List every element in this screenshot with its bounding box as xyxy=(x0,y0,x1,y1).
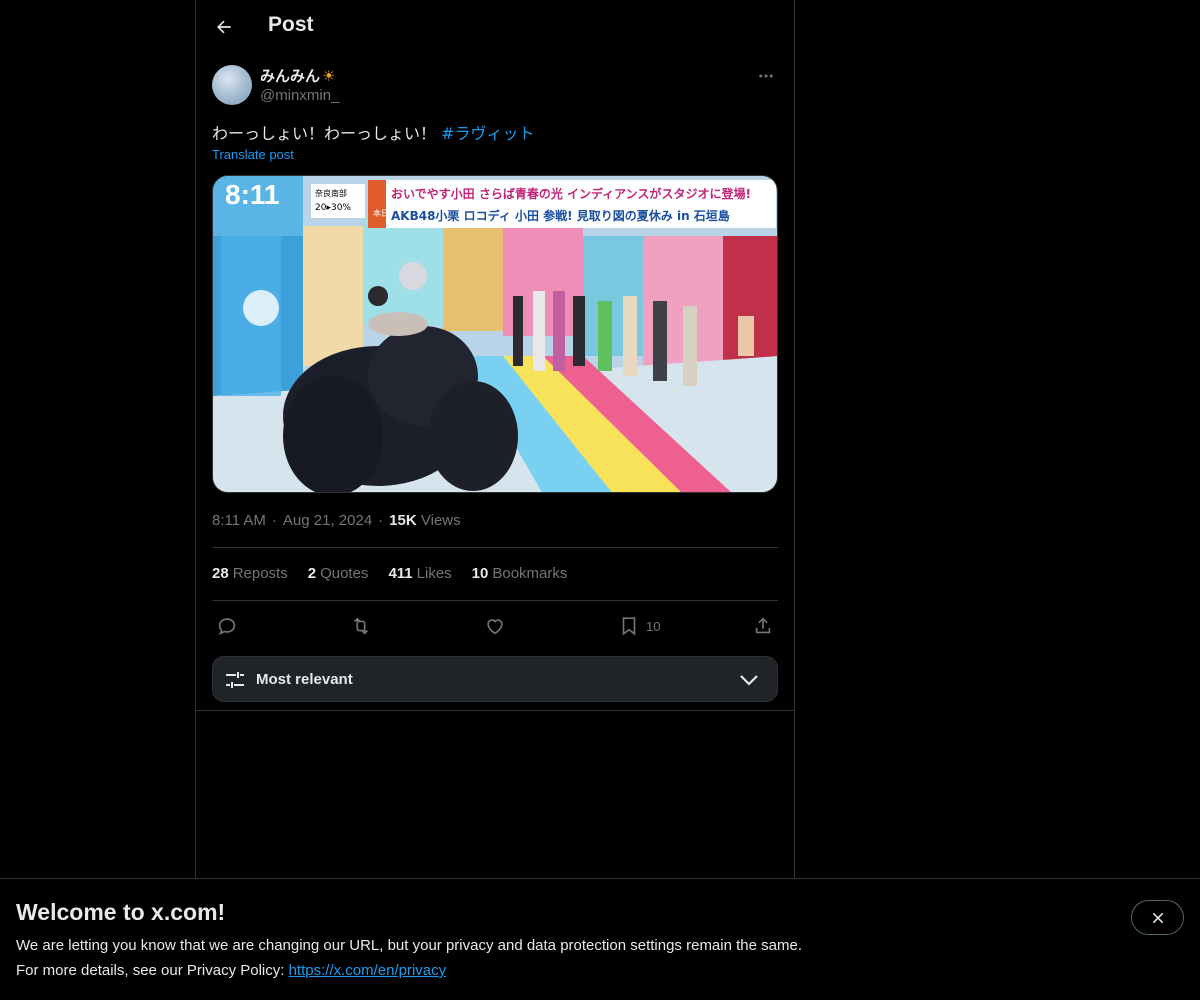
quotes-stat[interactable]: 2 Quotes xyxy=(308,565,369,582)
reply-icon xyxy=(218,618,236,635)
divider xyxy=(212,600,778,601)
banner-title: Welcome to x.com! xyxy=(16,899,226,925)
share-icon xyxy=(755,617,771,634)
post-image[interactable]: 8:11 奈良南部 20▸30% 本日は おいでやす小田 さらば青春の光 インデ… xyxy=(212,175,778,493)
post-text: わーっしょい！わーっしょい！ #ラヴィット xyxy=(212,124,535,143)
sort-label: Most relevant xyxy=(256,671,353,688)
page-header: Post xyxy=(196,0,794,54)
welcome-banner: Welcome to x.com! We are letting you kno… xyxy=(0,878,1200,1000)
like-button[interactable] xyxy=(484,612,506,640)
reposts-stat[interactable]: 28 Reposts xyxy=(212,565,288,582)
engagement-stats: 28 Reposts 2 Quotes 411 Likes 10 Bookmarks xyxy=(212,565,587,582)
sliders-icon xyxy=(226,672,244,688)
divider xyxy=(196,710,794,711)
sun-emoji-icon: ☀ xyxy=(322,68,336,85)
divider xyxy=(212,547,778,548)
chevron-down-icon xyxy=(740,675,758,686)
repost-icon xyxy=(353,617,369,635)
bookmark-count: 10 xyxy=(646,618,661,634)
post-time[interactable]: 8:11 AM xyxy=(212,512,266,529)
translate-post-link[interactable]: Translate post xyxy=(212,147,294,162)
tv-headline-1: おいでやす小田 さらば青春の光 インディアンスがスタジオに登場! xyxy=(391,186,751,201)
tv-clock-text: 8:11 xyxy=(225,179,280,210)
close-banner-button[interactable] xyxy=(1131,900,1184,935)
action-bar: 10 xyxy=(212,612,778,640)
tv-forecast-region: 奈良南部 xyxy=(315,188,347,198)
views-count: 15K xyxy=(389,512,417,529)
likes-stat[interactable]: 411 Likes xyxy=(388,565,451,582)
views-label: Views xyxy=(420,512,461,529)
author-handle[interactable]: @minxmin_ xyxy=(260,87,339,104)
bookmark-button[interactable]: 10 xyxy=(618,612,660,640)
tv-forecast-value: 20▸30% xyxy=(315,203,351,213)
post-date[interactable]: Aug 21, 2024 xyxy=(283,512,372,529)
author-display-name[interactable]: みんみん ☀ xyxy=(260,65,335,86)
post-author: みんみん ☀ @minxmin_ xyxy=(212,64,778,108)
bookmarks-stat[interactable]: 10 Bookmarks xyxy=(472,565,568,582)
banner-message: We are letting you know that we are chan… xyxy=(16,937,802,954)
reply-button[interactable] xyxy=(216,612,238,640)
avatar[interactable] xyxy=(212,65,252,105)
hashtag-link[interactable]: #ラヴィット xyxy=(441,124,534,143)
more-options-button[interactable] xyxy=(754,64,778,88)
banner-privacy-line: For more details, see our Privacy Policy… xyxy=(16,962,447,979)
tv-headline-2: AKB48小栗 ロコディ 小田 参戦! 見取り図の夏休み in 石垣島 xyxy=(391,208,730,223)
privacy-policy-link[interactable]: https://x.com/en/privacy xyxy=(289,962,447,979)
reply-sort-dropdown[interactable]: Most relevant xyxy=(212,656,778,702)
bookmark-icon xyxy=(622,617,636,636)
back-button[interactable] xyxy=(208,11,240,43)
arrow-left-icon xyxy=(217,20,231,34)
close-icon xyxy=(1152,912,1163,923)
post-meta: 8:11 AM · Aug 21, 2024 · 15K Views xyxy=(212,512,461,529)
heart-icon xyxy=(487,619,503,635)
tv-screenshot-image: 8:11 奈良南部 20▸30% 本日は おいでやす小田 さらば青春の光 インデ… xyxy=(213,176,777,492)
page-title: Post xyxy=(268,13,314,36)
repost-button[interactable] xyxy=(350,612,372,640)
main-column: Post みんみん ☀ @minxmin_ わーっしょい！わーっしょい！ #ラヴィ… xyxy=(195,0,795,878)
more-horizontal-icon xyxy=(759,74,773,78)
share-button[interactable] xyxy=(752,612,774,640)
